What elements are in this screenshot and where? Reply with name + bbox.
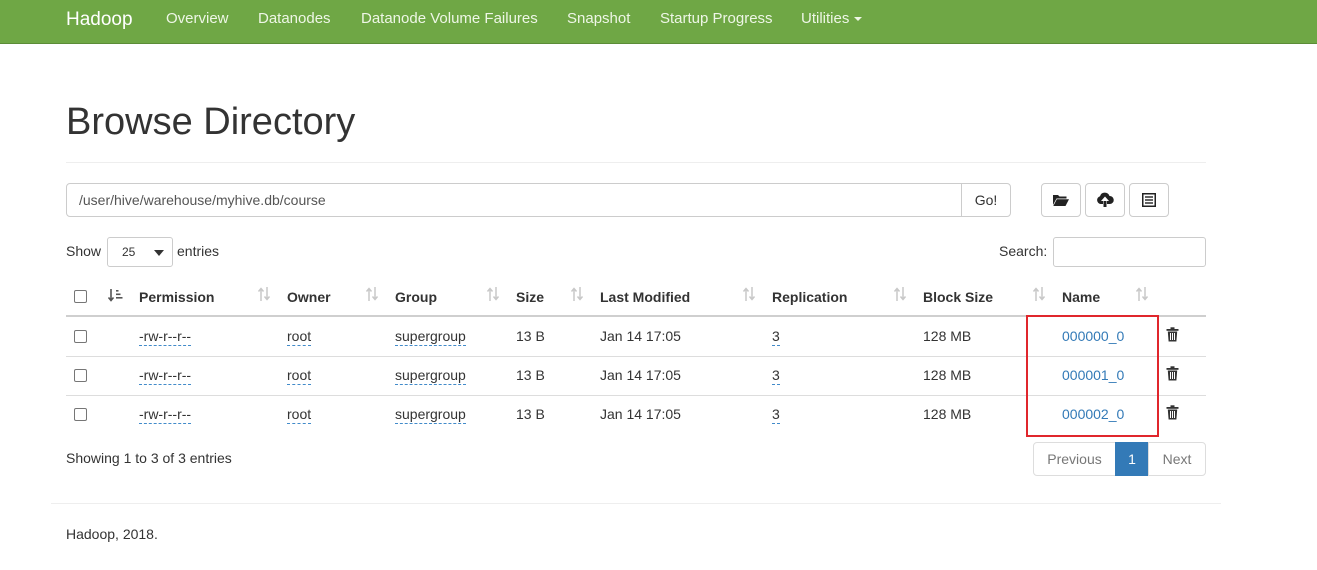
col-block-size[interactable]: Block Size <box>923 289 993 305</box>
nav-datanodes[interactable]: Datanodes <box>258 10 331 27</box>
nav-snapshot[interactable]: Snapshot <box>567 10 630 27</box>
replication-cell[interactable]: 3 <box>772 406 780 424</box>
sort-block-size-icon[interactable] <box>1032 286 1046 302</box>
col-size[interactable]: Size <box>516 289 544 305</box>
size-cell: 13 B <box>516 328 545 344</box>
sort-amount-asc-icon[interactable] <box>108 288 124 303</box>
replication-cell[interactable]: 3 <box>772 367 780 385</box>
page-1-button[interactable]: 1 <box>1115 442 1149 476</box>
modified-cell: Jan 14 17:05 <box>600 367 681 383</box>
go-button[interactable]: Go! <box>961 183 1011 217</box>
owner-cell[interactable]: root <box>287 367 312 385</box>
header-divider <box>66 162 1206 163</box>
owner-cell[interactable]: root <box>287 328 312 346</box>
annotation-highlight-box <box>1026 315 1159 437</box>
col-group[interactable]: Group <box>395 289 437 305</box>
trash-icon[interactable] <box>1166 405 1179 420</box>
upload-button[interactable] <box>1085 183 1125 217</box>
next-page-button[interactable]: Next <box>1148 442 1206 476</box>
entries-per-page-value: 25 <box>122 245 136 259</box>
permission-cell[interactable]: -rw-r--r-- <box>139 406 192 424</box>
col-last-modified[interactable]: Last Modified <box>600 289 690 305</box>
permission-cell[interactable]: -rw-r--r-- <box>139 328 192 346</box>
sort-replication-icon[interactable] <box>893 286 907 302</box>
folder-open-icon <box>1053 195 1069 206</box>
group-cell[interactable]: supergroup <box>395 406 466 424</box>
trash-icon[interactable] <box>1166 366 1179 381</box>
size-cell: 13 B <box>516 367 545 383</box>
nav-startup-progress[interactable]: Startup Progress <box>660 10 773 27</box>
row-checkbox[interactable] <box>74 408 87 421</box>
chevron-down-icon <box>154 250 164 256</box>
nav-datanode-volume-failures[interactable]: Datanode Volume Failures <box>361 10 538 27</box>
modified-cell: Jan 14 17:05 <box>600 406 681 422</box>
navbar: Hadoop Overview Datanodes Datanode Volum… <box>0 0 1317 44</box>
block-size-cell: 128 MB <box>923 328 972 344</box>
row-checkbox[interactable] <box>74 369 87 382</box>
sort-permission-icon[interactable] <box>257 286 271 302</box>
size-cell: 13 B <box>516 406 545 422</box>
footer-divider <box>51 503 1221 504</box>
col-owner[interactable]: Owner <box>287 289 331 305</box>
table-info: Showing 1 to 3 of 3 entries <box>66 450 232 466</box>
col-permission[interactable]: Permission <box>139 289 214 305</box>
entries-per-page-select[interactable]: 25 <box>107 237 173 267</box>
create-directory-button[interactable] <box>1041 183 1081 217</box>
trash-icon[interactable] <box>1166 327 1179 342</box>
brand[interactable]: Hadoop <box>66 9 133 31</box>
sort-group-icon[interactable] <box>486 286 500 302</box>
footer-text: Hadoop, 2018. <box>66 526 158 542</box>
block-size-cell: 128 MB <box>923 406 972 422</box>
owner-cell[interactable]: root <box>287 406 312 424</box>
upload-icon <box>1097 192 1114 207</box>
permission-cell[interactable]: -rw-r--r-- <box>139 367 192 385</box>
modified-cell: Jan 14 17:05 <box>600 328 681 344</box>
search-label: Search: <box>999 243 1048 259</box>
col-name[interactable]: Name <box>1062 289 1100 305</box>
col-replication[interactable]: Replication <box>772 289 847 305</box>
group-cell[interactable]: supergroup <box>395 328 466 346</box>
sort-size-icon[interactable] <box>570 286 584 302</box>
search-input[interactable] <box>1053 237 1206 267</box>
sort-name-icon[interactable] <box>1135 286 1149 302</box>
entries-label: entries <box>177 243 220 259</box>
cut-paste-button[interactable] <box>1129 183 1169 217</box>
row-checkbox[interactable] <box>74 330 87 343</box>
nav-utilities-label: Utilities <box>801 10 850 27</box>
nav-utilities-dropdown[interactable]: Utilities <box>801 10 863 27</box>
nav-overview[interactable]: Overview <box>166 10 229 27</box>
show-label: Show <box>66 243 102 259</box>
caret-down-icon <box>854 17 863 22</box>
page-title: Browse Directory <box>66 101 356 143</box>
select-all-checkbox[interactable] <box>74 290 87 303</box>
directory-path-input[interactable] <box>66 183 962 217</box>
replication-cell[interactable]: 3 <box>772 328 780 346</box>
group-cell[interactable]: supergroup <box>395 367 466 385</box>
previous-page-button[interactable]: Previous <box>1033 442 1116 476</box>
sort-owner-icon[interactable] <box>365 286 379 302</box>
sort-last-modified-icon[interactable] <box>742 286 756 302</box>
list-alt-icon <box>1142 193 1156 207</box>
block-size-cell: 128 MB <box>923 367 972 383</box>
